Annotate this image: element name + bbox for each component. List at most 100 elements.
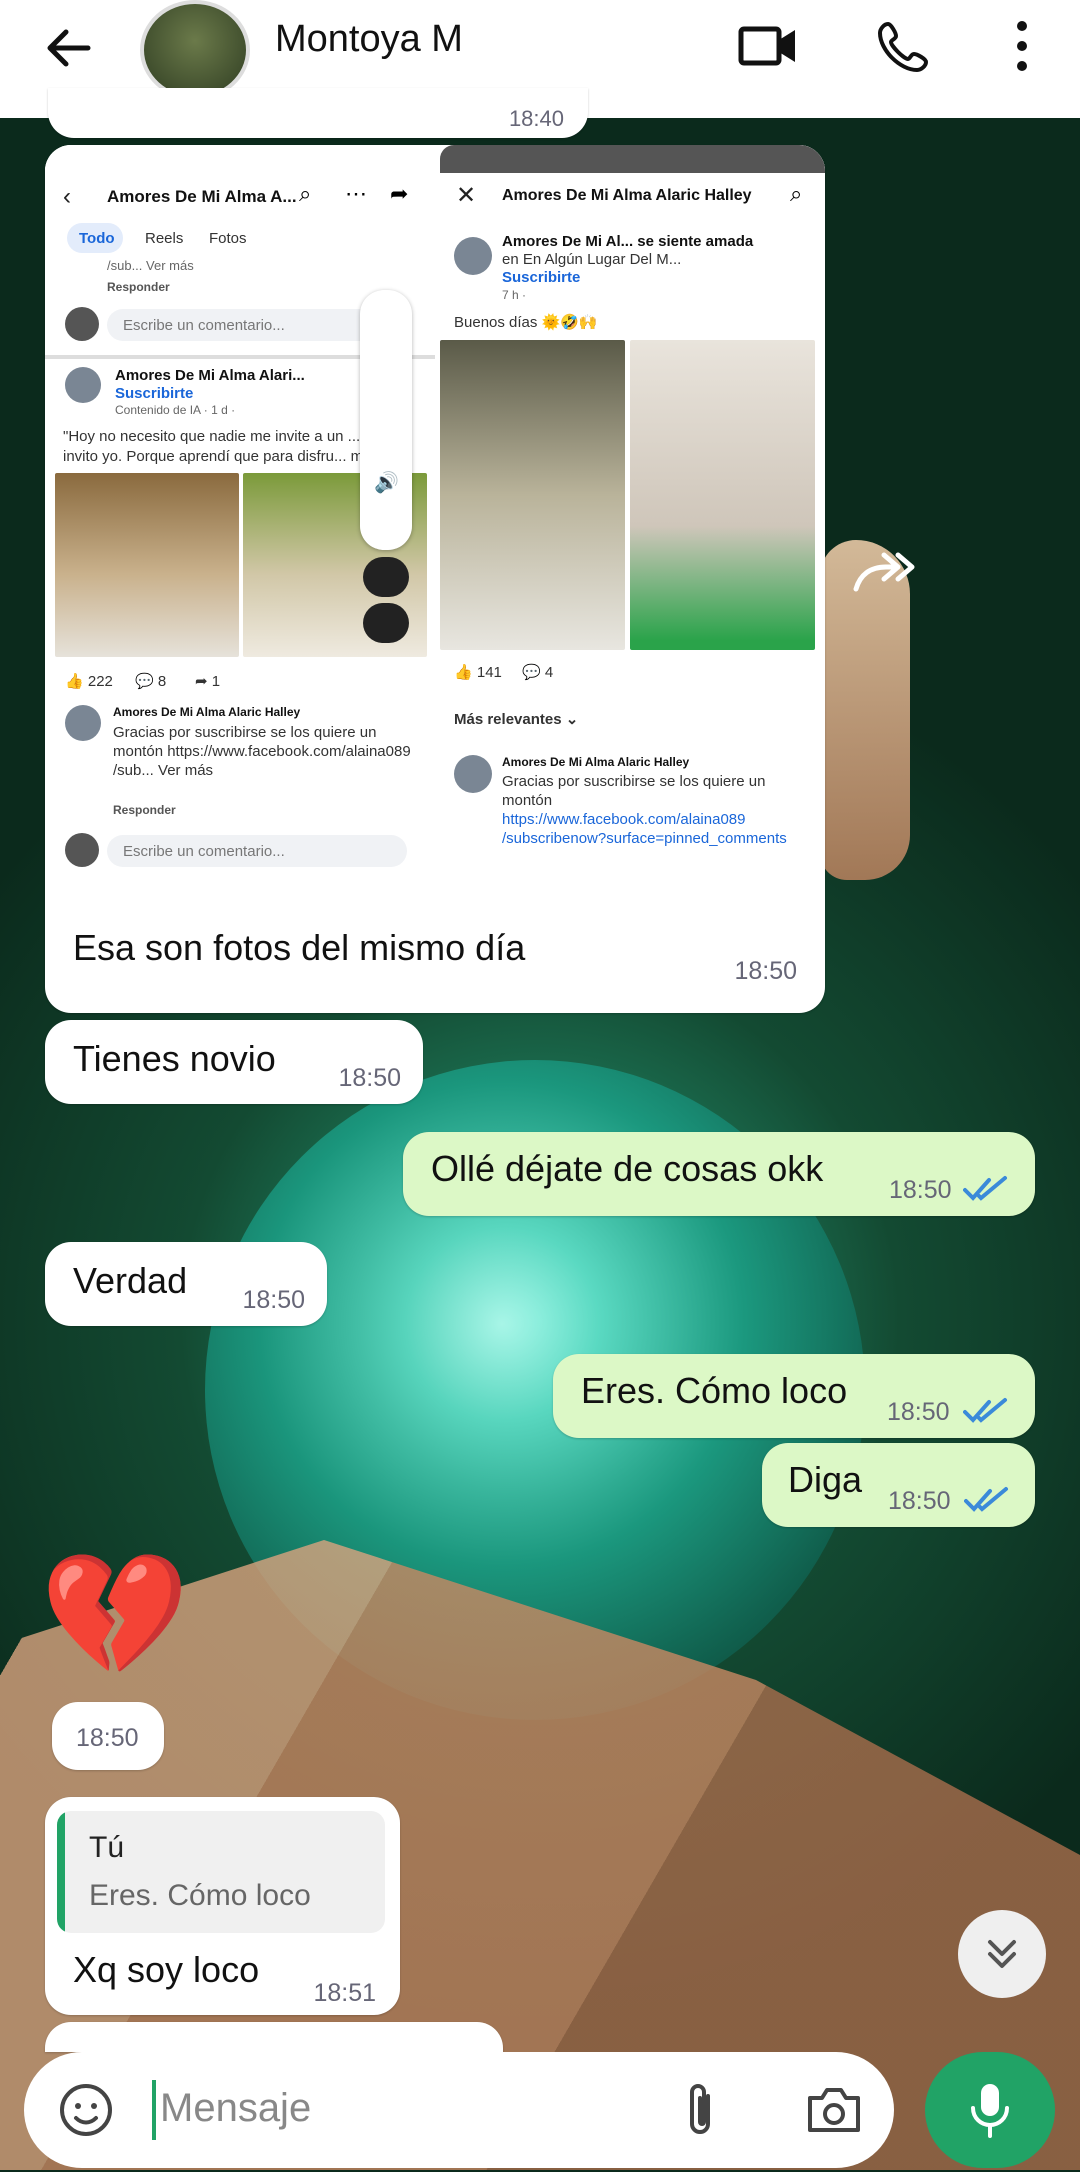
fb-right-photo-1 <box>440 340 625 650</box>
fb-close-icon: ✕ <box>456 182 477 209</box>
message-time: 18:40 <box>508 106 564 131</box>
fb-right-avatar <box>454 237 492 275</box>
fb-right-time: 7 h · <box>502 288 527 302</box>
fb-right-post-name: Amores De Mi Al... se siente amada <box>502 233 754 250</box>
message-bubble[interactable]: Tienes novio 18:50 <box>45 1020 423 1104</box>
message-text: Xq soy loco <box>73 1949 260 1990</box>
fb-right-comment-text: Gracias por suscribirse se los quiere un… <box>502 773 766 809</box>
fb-right-comment-count: 4 <box>544 664 554 681</box>
fb-tab-fotos: Fotos <box>209 230 247 247</box>
fb-responder-2: Responder <box>113 803 176 817</box>
fb-user-avatar <box>65 307 99 341</box>
status-strip <box>440 145 825 173</box>
fb-post-name: Amores De Mi Alma Alari... <box>115 367 305 384</box>
fb-right-search-icon: ⌕ <box>790 181 803 206</box>
fb-page-title: Amores De Mi Alma A... <box>107 187 297 206</box>
fb-right-comment-link: https://www.facebook.com/alaina089 /subs… <box>502 811 787 847</box>
fb-tab-reels: Reels <box>145 230 184 247</box>
shared-screenshot[interactable]: ‹ Amores De Mi Alma A... ⌕ ⋯ ➦ Todo Reel… <box>45 145 825 880</box>
message-text: Ollé déjate de cosas okk <box>431 1148 824 1189</box>
message-bubble-outgoing[interactable]: Eres. Cómo loco 18:50 <box>553 1354 1035 1438</box>
mic-icon[interactable] <box>925 2052 1055 2168</box>
phone-icon[interactable] <box>872 14 936 78</box>
forward-icon[interactable] <box>850 545 930 605</box>
fb-likes: 222 <box>87 673 113 690</box>
scroll-down-icon[interactable] <box>958 1910 1046 1998</box>
partial-message-bubble[interactable]: 18:40 <box>48 88 588 138</box>
partial-message-bubble[interactable] <box>45 2022 503 2052</box>
contact-name[interactable]: Montoya M <box>275 18 463 61</box>
quote-text: Eres. Cómo loco <box>89 1879 311 1912</box>
fb-right-sort: Más relevantes ⌄ <box>454 711 579 728</box>
emoji-time-chip: 18:50 <box>52 1702 164 1770</box>
quoted-message[interactable]: Tú Eres. Cómo loco <box>57 1811 385 1933</box>
fb-right-like-count: 141 <box>476 664 502 681</box>
moon-icon <box>363 603 409 643</box>
fb-suscribirte: Suscribirte <box>115 385 194 402</box>
fb-right-sort-text: Más relevantes <box>454 711 562 728</box>
fb-user-avatar-2 <box>65 833 99 867</box>
message-text: Eres. Cómo loco <box>581 1370 848 1411</box>
fb-tab-todo: Todo <box>79 230 115 247</box>
message-text: Esa son fotos del mismo día <box>73 927 526 968</box>
sticker-icon[interactable] <box>58 2082 114 2138</box>
fb-comment-author: Amores De Mi Alma Alaric Halley <box>113 705 301 719</box>
fb-right-suscribirte: Suscribirte <box>502 269 581 286</box>
message-time: 18:50 <box>338 1064 401 1092</box>
quote-bar <box>57 1811 65 1933</box>
double-check-icon <box>963 1176 1007 1201</box>
contact-avatar[interactable] <box>140 0 250 100</box>
fb-responder: Responder <box>107 280 170 294</box>
message-time: 18:50 <box>887 1398 950 1426</box>
message-input-bar[interactable]: Mensaje <box>24 2052 894 2168</box>
back-arrow-icon[interactable] <box>40 20 96 76</box>
message-time: 18:50 <box>76 1724 139 1752</box>
message-time: 18:50 <box>888 1487 951 1515</box>
reply-message-bubble[interactable]: Tú Eres. Cómo loco Xq soy loco 18:51 <box>45 1797 400 2015</box>
fb-more-icon: ⋯ <box>345 181 367 206</box>
fb-greeting-text: Buenos días <box>454 314 538 331</box>
fb-contenido-ia: Contenido de IA · 1 d · <box>115 403 236 417</box>
fb-comments: 8 <box>157 673 167 690</box>
fb-right-comment-avatar <box>454 755 492 793</box>
fb-search-icon: ⌕ <box>299 181 312 206</box>
volume-icon: 🔊 <box>374 472 399 494</box>
fb-comment-count: 💬 8 <box>135 673 167 690</box>
message-text: Tienes novio <box>73 1038 276 1079</box>
fb-right-likes: 👍 141 <box>454 664 502 681</box>
more-vert-icon[interactable] <box>990 14 1054 78</box>
fb-right-location: en En Algún Lugar Del M... <box>502 251 682 268</box>
message-bubble[interactable]: Verdad 18:50 <box>45 1242 327 1326</box>
message-text: Diga <box>788 1459 863 1500</box>
fb-comment-placeholder: Escribe un comentario... <box>123 317 285 334</box>
fb-right-title: Amores De Mi Alma Alaric Halley <box>502 187 752 204</box>
image-message-bubble[interactable]: ‹ Amores De Mi Alma A... ⌕ ⋯ ➦ Todo Reel… <box>45 145 825 1013</box>
fb-share-count: ➦ 1 <box>195 673 221 690</box>
message-bubble-outgoing[interactable]: Ollé déjate de cosas okk 18:50 <box>403 1132 1035 1216</box>
volume-overlay: 🔊 <box>360 290 412 550</box>
double-check-icon <box>963 1398 1007 1423</box>
message-bubble-outgoing[interactable]: Diga 18:50 <box>762 1443 1035 1527</box>
bell-icon <box>363 557 409 597</box>
message-time: 18:50 <box>734 957 797 985</box>
fb-shares: 1 <box>211 673 221 690</box>
message-time: 18:50 <box>889 1176 952 1204</box>
fb-comment-placeholder-2: Escribe un comentario... <box>123 843 285 860</box>
attach-icon[interactable] <box>680 2080 730 2140</box>
broken-heart-emoji[interactable]: 💔 <box>40 1550 189 1680</box>
quote-author: Tú <box>89 1831 125 1864</box>
video-call-icon[interactable] <box>736 14 800 78</box>
fb-panel-right: ✕ Amores De Mi Alma Alaric Halley ⌕ Amor… <box>440 145 825 880</box>
fb-ver-mas: /sub... Ver más <box>107 258 194 273</box>
camera-icon[interactable] <box>804 2084 864 2136</box>
fb-photo-1 <box>55 473 239 657</box>
message-input[interactable]: Mensaje <box>160 2086 311 2131</box>
message-time: 18:51 <box>313 1979 376 2007</box>
fb-right-comments: 💬 4 <box>522 664 554 681</box>
fb-like-count: 👍 222 <box>65 673 113 690</box>
fb-comment-avatar <box>65 705 101 741</box>
message-time: 18:50 <box>242 1286 305 1314</box>
text-cursor <box>152 2080 156 2140</box>
double-check-icon <box>964 1487 1008 1512</box>
fb-right-greeting: Buenos días 🌞🤣🙌 <box>454 314 598 331</box>
